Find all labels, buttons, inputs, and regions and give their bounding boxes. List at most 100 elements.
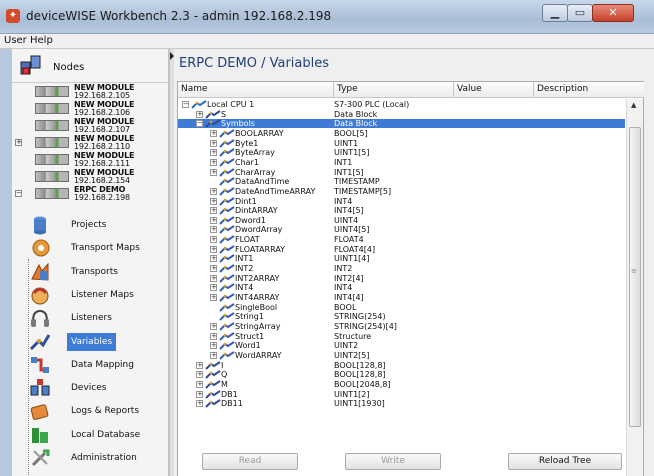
table-row[interactable]: + INT4ARRAY INT4[4] bbox=[178, 293, 625, 302]
menu-help[interactable]: Help bbox=[30, 35, 53, 46]
expand-icon[interactable]: + bbox=[210, 197, 217, 205]
expand-icon[interactable]: + bbox=[15, 139, 22, 146]
table-row[interactable]: + INT1 UINT1[4] bbox=[178, 254, 625, 263]
expand-icon[interactable]: + bbox=[210, 236, 217, 244]
table-row[interactable]: + DB11 UINT1[1930] bbox=[178, 399, 625, 408]
row-name: CharArray bbox=[235, 167, 276, 177]
expand-icon[interactable]: + bbox=[210, 149, 217, 157]
menu-user[interactable]: User bbox=[4, 35, 27, 46]
table-row[interactable]: + ByteArray UINT1[5] bbox=[178, 148, 625, 157]
collapse-icon[interactable]: − bbox=[182, 101, 189, 108]
expand-icon[interactable]: + bbox=[210, 207, 217, 215]
expand-icon[interactable]: + bbox=[210, 322, 217, 330]
column-header-type[interactable]: Type bbox=[334, 82, 454, 98]
table-row[interactable]: + Dint1 INT4 bbox=[178, 197, 625, 206]
nav-item-administration[interactable]: Administration bbox=[24, 446, 169, 470]
table-row[interactable]: + Struct1 Structure bbox=[178, 332, 625, 341]
nav-item-local-database[interactable]: Local Database bbox=[24, 423, 169, 447]
expand-icon[interactable]: + bbox=[196, 390, 203, 398]
table-row[interactable]: + StringArray STRING(254)[4] bbox=[178, 322, 625, 331]
table-row[interactable]: + INT2 INT2 bbox=[178, 264, 625, 273]
expand-icon[interactable]: + bbox=[210, 274, 217, 282]
nav-item-transports[interactable]: Transports bbox=[24, 260, 169, 284]
node-module-item[interactable]: NEW MODULE 192.168.2.154 bbox=[12, 168, 169, 185]
expand-icon[interactable]: − bbox=[15, 190, 22, 197]
nav-item-projects[interactable]: Projects bbox=[24, 213, 169, 237]
node-module-item[interactable]: NEW MODULE 192.168.2.107 bbox=[12, 117, 169, 134]
nav-item-devices[interactable]: Devices bbox=[24, 376, 169, 400]
column-header-value[interactable]: Value bbox=[454, 82, 534, 98]
table-row[interactable]: DataAndTime TIMESTAMP bbox=[178, 177, 625, 186]
nav-item-listener-maps[interactable]: Listener Maps bbox=[24, 283, 169, 307]
nav-item-listeners[interactable]: Listeners bbox=[24, 306, 169, 330]
node-module-item[interactable]: − ERPC DEMO 192.168.2.198 bbox=[12, 185, 169, 202]
table-row[interactable]: SingleBool BOOL bbox=[178, 303, 625, 312]
expand-icon[interactable]: + bbox=[196, 361, 203, 369]
expand-icon[interactable]: + bbox=[210, 342, 217, 350]
table-row[interactable]: + DwordArray UINT4[5] bbox=[178, 225, 625, 234]
table-row[interactable]: + Byte1 UINT1 bbox=[178, 139, 625, 148]
column-header-name[interactable]: Name bbox=[178, 82, 334, 98]
expand-icon[interactable]: + bbox=[196, 110, 203, 118]
table-row[interactable]: + Word1 UINT2 bbox=[178, 341, 625, 350]
expand-icon[interactable]: + bbox=[210, 216, 217, 224]
expand-icon[interactable]: + bbox=[210, 158, 217, 166]
table-row[interactable]: + M BOOL[2048,8] bbox=[178, 380, 625, 389]
expand-icon[interactable]: + bbox=[210, 129, 217, 137]
table-row[interactable]: + CharArray INT1[5] bbox=[178, 168, 625, 177]
nav-item-logs-reports[interactable]: Logs & Reports bbox=[24, 399, 169, 423]
expand-icon[interactable]: + bbox=[210, 284, 217, 292]
minimize-button[interactable]: ▁ bbox=[542, 4, 568, 22]
table-row[interactable]: + Dword1 UINT4 bbox=[178, 216, 625, 225]
table-row[interactable]: String1 STRING(254) bbox=[178, 312, 625, 321]
table-row[interactable]: + DintARRAY INT4[5] bbox=[178, 206, 625, 215]
collapse-icon[interactable]: − bbox=[196, 120, 203, 128]
expand-icon[interactable]: + bbox=[210, 245, 217, 253]
expand-icon[interactable]: + bbox=[210, 168, 217, 176]
table-row[interactable]: + DateAndTimeARRAY TIMESTAMP[5] bbox=[178, 187, 625, 196]
vertical-scrollbar[interactable]: ▲ ≡ ▼ bbox=[626, 99, 643, 476]
nodes-header[interactable]: Nodes bbox=[12, 49, 169, 83]
table-row[interactable]: + I BOOL[128,8] bbox=[178, 361, 625, 370]
table-row[interactable]: + FLOAT FLOAT4 bbox=[178, 235, 625, 244]
expand-icon[interactable]: + bbox=[210, 351, 217, 359]
expand-icon[interactable]: + bbox=[196, 400, 203, 408]
expand-icon[interactable]: + bbox=[196, 371, 203, 379]
column-header-description[interactable]: Description bbox=[534, 82, 644, 98]
read-button[interactable]: Read bbox=[202, 453, 298, 470]
table-row[interactable]: + INT4 INT4 bbox=[178, 283, 625, 292]
table-row[interactable]: + INT2ARRAY INT2[4] bbox=[178, 274, 625, 283]
expand-icon[interactable]: + bbox=[210, 226, 217, 234]
expand-icon[interactable]: + bbox=[210, 294, 217, 301]
maximize-button[interactable]: ▭ bbox=[567, 4, 593, 22]
write-button[interactable]: Write bbox=[345, 453, 441, 470]
table-row[interactable]: + S Data Block bbox=[178, 110, 625, 119]
row-type: INT2 bbox=[334, 264, 353, 274]
table-row[interactable]: + Char1 INT1 bbox=[178, 158, 625, 167]
expand-icon[interactable]: + bbox=[210, 187, 217, 195]
scroll-thumb[interactable] bbox=[629, 127, 641, 427]
nav-item-data-mapping[interactable]: Data Mapping bbox=[24, 353, 169, 377]
table-row[interactable]: + FLOATARRAY FLOAT4[4] bbox=[178, 245, 625, 254]
table-row[interactable]: − Symbols Data Block bbox=[178, 119, 625, 129]
expand-icon[interactable]: + bbox=[210, 265, 217, 273]
table-row[interactable]: − Local CPU 1 S7-300 PLC (Local) bbox=[178, 100, 625, 109]
expand-icon[interactable]: + bbox=[210, 139, 217, 147]
expand-icon[interactable]: + bbox=[210, 332, 217, 340]
table-row[interactable]: + WordARRAY UINT2[5] bbox=[178, 351, 625, 360]
table-row[interactable]: + DB1 UINT1[2] bbox=[178, 390, 625, 399]
scroll-up-icon[interactable]: ▲ bbox=[631, 101, 636, 109]
reload-tree-button[interactable]: Reload Tree bbox=[508, 453, 622, 470]
node-module-item[interactable]: NEW MODULE 192.168.2.111 bbox=[12, 151, 169, 168]
node-module-item[interactable]: + NEW MODULE 192.168.2.110 bbox=[12, 134, 169, 151]
close-button[interactable]: ✕ bbox=[592, 4, 634, 22]
expand-icon[interactable]: + bbox=[196, 380, 203, 388]
expand-icon[interactable]: + bbox=[210, 255, 217, 263]
node-module-item[interactable]: NEW MODULE 192.168.2.106 bbox=[12, 100, 169, 117]
row-type: UINT2 bbox=[334, 341, 359, 351]
nav-item-variables[interactable]: Variables bbox=[24, 330, 169, 354]
nav-item-transport-maps[interactable]: Transport Maps bbox=[24, 236, 169, 260]
node-module-item[interactable]: NEW MODULE 192.168.2.105 bbox=[12, 83, 169, 100]
table-row[interactable]: + BOOLARRAY BOOL[5] bbox=[178, 129, 625, 138]
table-row[interactable]: + Q BOOL[128,8] bbox=[178, 370, 625, 379]
